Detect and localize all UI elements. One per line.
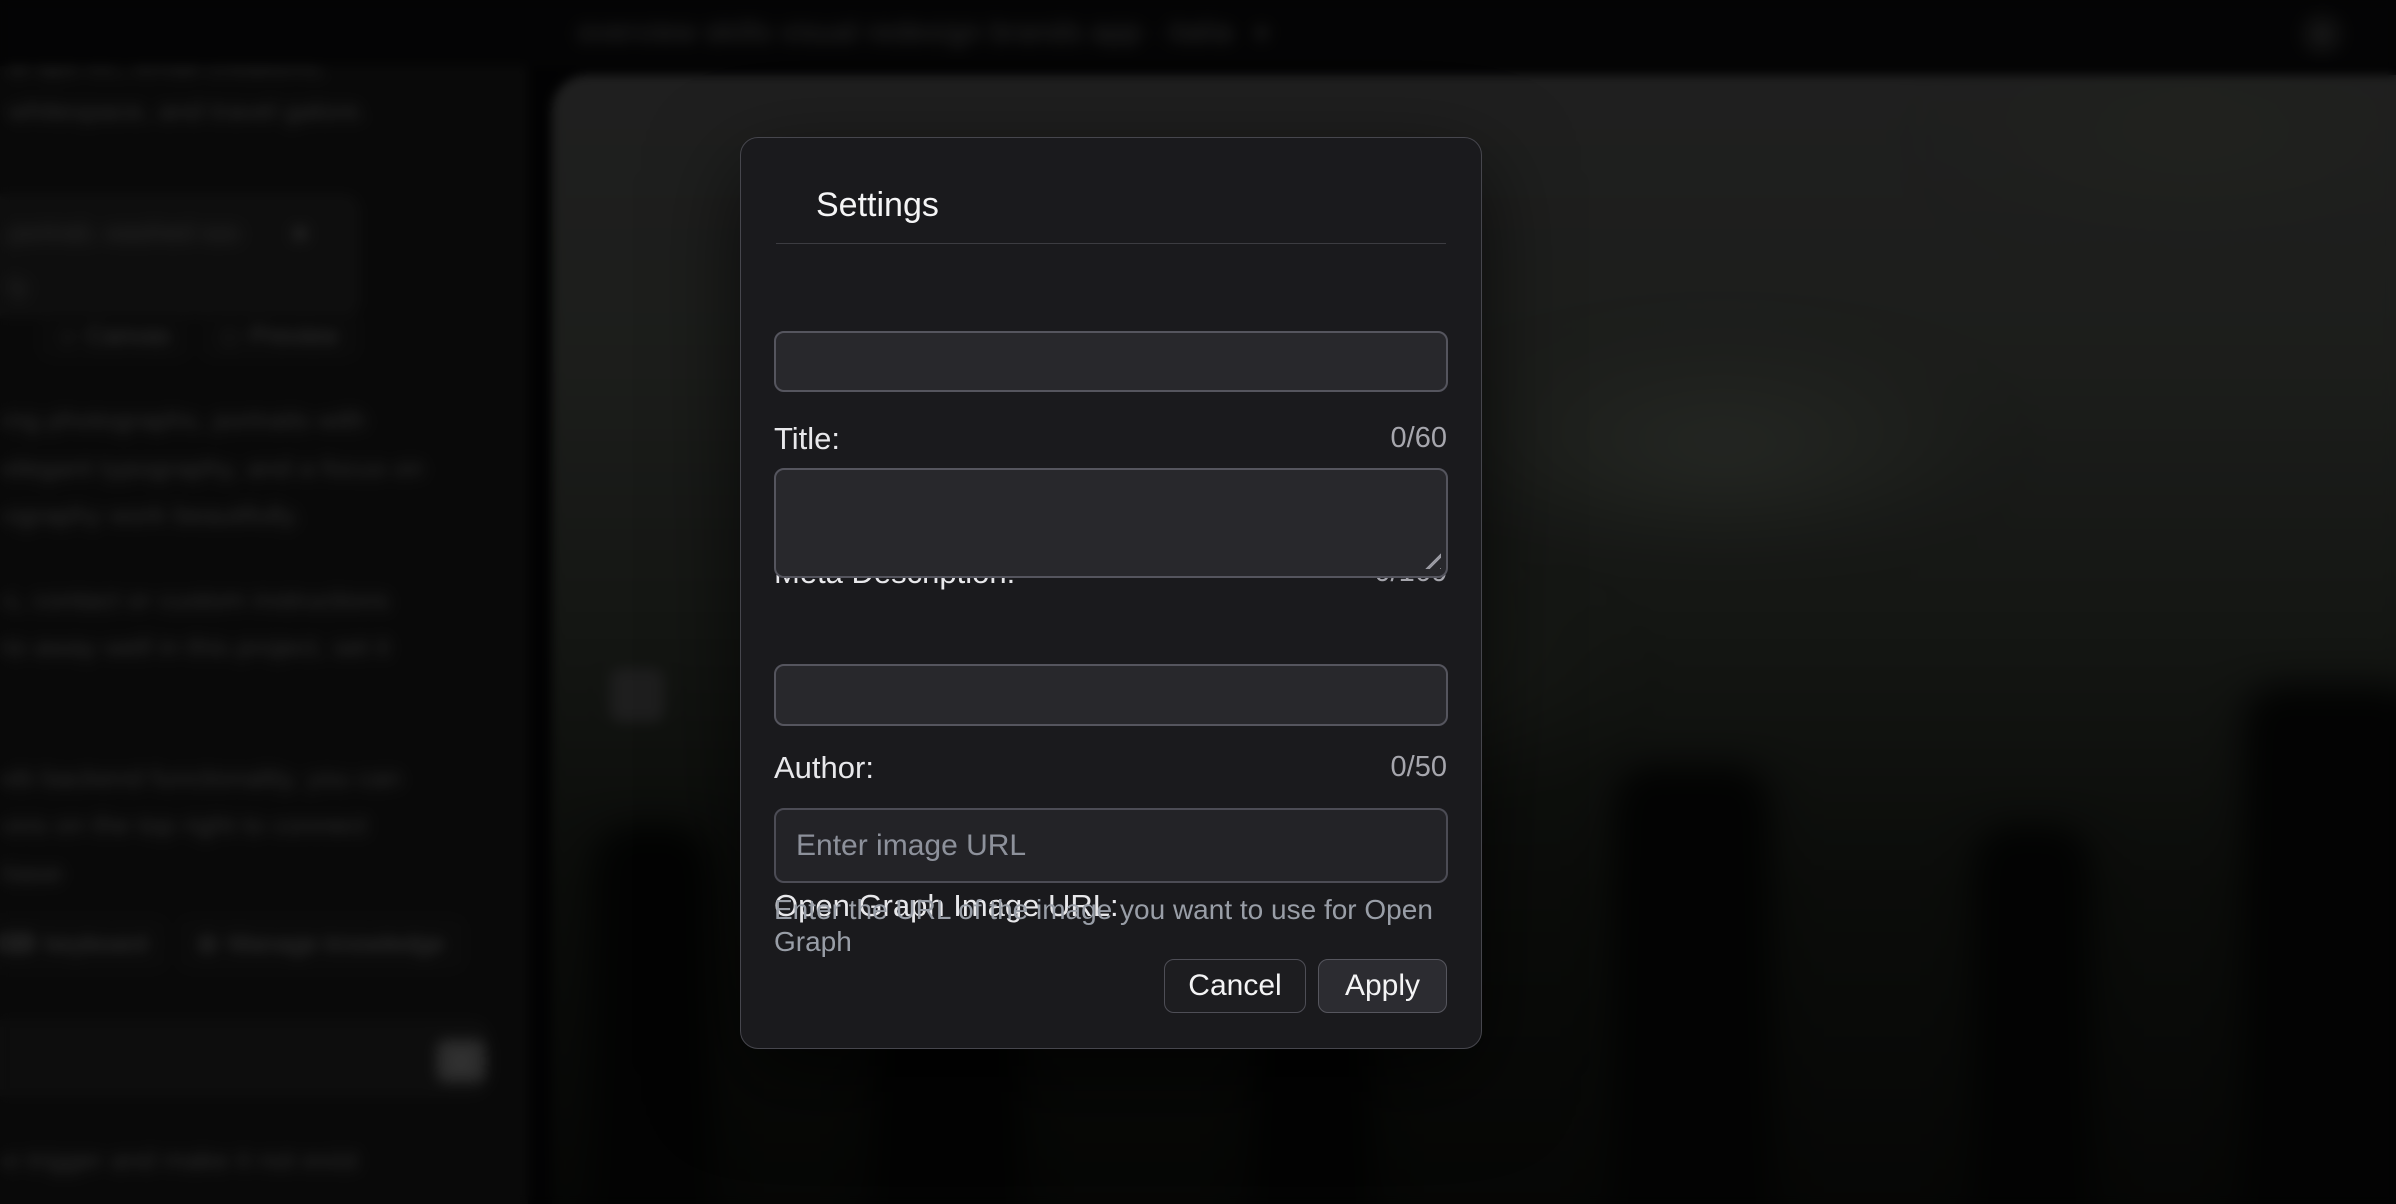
- apply-button[interactable]: Apply: [1318, 959, 1447, 1013]
- author-char-counter: 0/50: [1391, 751, 1447, 784]
- title-char-counter: 0/60: [1391, 422, 1447, 455]
- og-image-helper-text: Enter the URL of the image you want to u…: [774, 894, 1481, 958]
- author-input[interactable]: [774, 664, 1448, 726]
- cancel-button-label: Cancel: [1188, 969, 1281, 1003]
- author-field-label: Author:: [774, 750, 874, 786]
- og-image-url-input[interactable]: [774, 808, 1448, 883]
- title-field-label: Title:: [774, 421, 840, 457]
- modal-title: Settings: [816, 186, 939, 225]
- meta-description-textarea[interactable]: [774, 468, 1448, 578]
- apply-button-label: Apply: [1345, 969, 1420, 1003]
- title-input[interactable]: [774, 331, 1448, 392]
- cancel-button[interactable]: Cancel: [1164, 959, 1306, 1013]
- settings-modal: Settings Title: 0/60 Meta Description: 0…: [740, 137, 1482, 1049]
- divider: [776, 243, 1446, 244]
